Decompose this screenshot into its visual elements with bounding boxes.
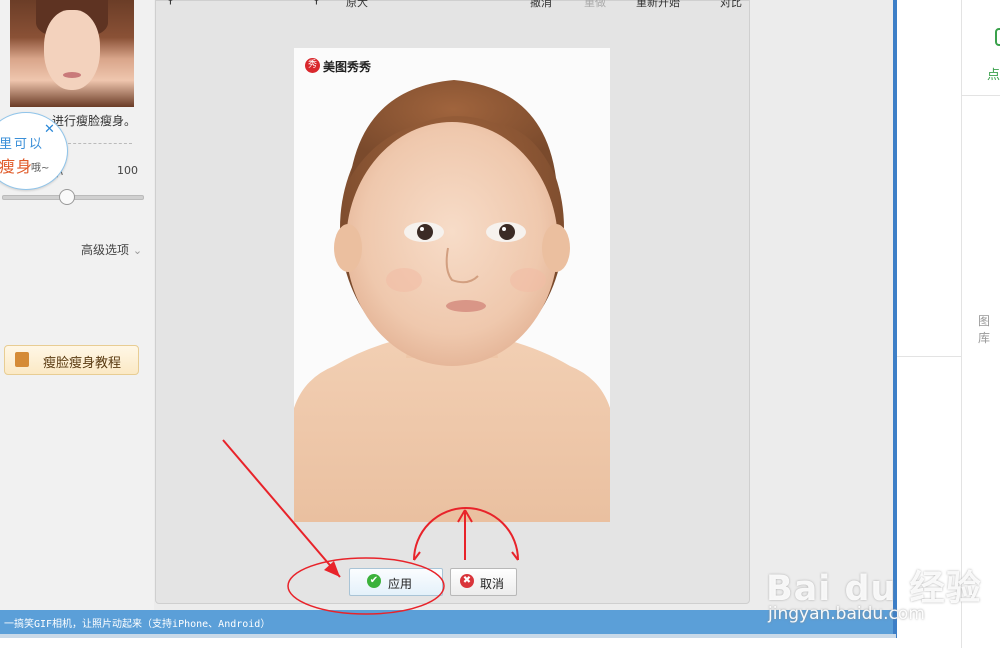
toolbar-original-size[interactable]: 原大 xyxy=(346,0,368,10)
advanced-options-toggle[interactable]: 高级选项 ⌄ xyxy=(81,241,142,258)
advanced-options-label: 高级选项 xyxy=(81,243,130,257)
phone-icon xyxy=(995,28,1000,46)
jingyan-url-watermark: jingyan.baidu.com xyxy=(768,604,925,624)
zoom-in-icon[interactable]: ⚲ xyxy=(312,0,321,6)
tip-bubble-line2: 瘦身 xyxy=(0,157,34,176)
status-bar-shadow xyxy=(0,634,896,638)
apply-button-label: 应用 xyxy=(388,577,413,591)
tutorial-button[interactable]: 瘦脸瘦身教程 xyxy=(4,345,139,375)
tutorial-button-label: 瘦脸瘦身教程 xyxy=(43,356,122,371)
tip-bubble-line3: 哦~ xyxy=(31,163,50,174)
example-face-thumbnail xyxy=(10,0,134,107)
right-divider-vertical xyxy=(961,0,962,648)
promo-text[interactable]: 一搞笑GIF相机，让照片动起来（支持iPhone、Android） xyxy=(4,615,270,630)
editor-toolbar: ⚲ ⚲ 原大 撤消 重做 重新开始 对比 xyxy=(160,0,750,9)
cancel-icon: ✖ xyxy=(460,574,474,588)
book-icon xyxy=(15,352,29,367)
zoom-out-icon[interactable]: ⚲ xyxy=(166,0,175,6)
chevron-down-icon: ⌄ xyxy=(132,244,143,257)
thumbnail-lips xyxy=(63,72,81,78)
toolbar-undo[interactable]: 撤消 xyxy=(530,0,552,10)
close-icon[interactable]: ✕ xyxy=(44,122,55,137)
edited-photo[interactable] xyxy=(294,48,610,522)
toolbar-restart[interactable]: 重新开始 xyxy=(636,0,680,10)
size-value: 100 xyxy=(117,164,138,177)
thumbnail-face xyxy=(44,10,100,90)
right-divider-top xyxy=(961,95,1000,96)
cancel-button-label: 取消 xyxy=(480,577,505,591)
cancel-button[interactable]: ✖ 取消 xyxy=(450,568,517,596)
right-label: 图库 xyxy=(978,314,991,345)
check-icon: ✔ xyxy=(367,574,381,588)
toolbar-compare[interactable]: 对比 xyxy=(720,0,742,10)
meitu-logo: 秀 xyxy=(305,58,320,73)
tip-bubble-line1: 里可以 xyxy=(0,137,45,152)
toolbar-redo[interactable]: 重做 xyxy=(584,0,606,10)
apply-button[interactable]: ✔ 应用 xyxy=(349,568,443,596)
tool-description: 进行瘦脸瘦身。 xyxy=(52,114,137,128)
size-slider-thumb[interactable] xyxy=(58,189,75,205)
meitu-watermark: 美图秀秀 xyxy=(323,60,372,74)
right-divider-horizontal xyxy=(897,356,961,357)
baby-photo-illustration xyxy=(294,48,610,522)
status-bar[interactable]: 一搞笑GIF相机，让照片动起来（支持iPhone、Android） xyxy=(0,610,893,634)
right-link[interactable]: 点 xyxy=(987,64,1000,83)
